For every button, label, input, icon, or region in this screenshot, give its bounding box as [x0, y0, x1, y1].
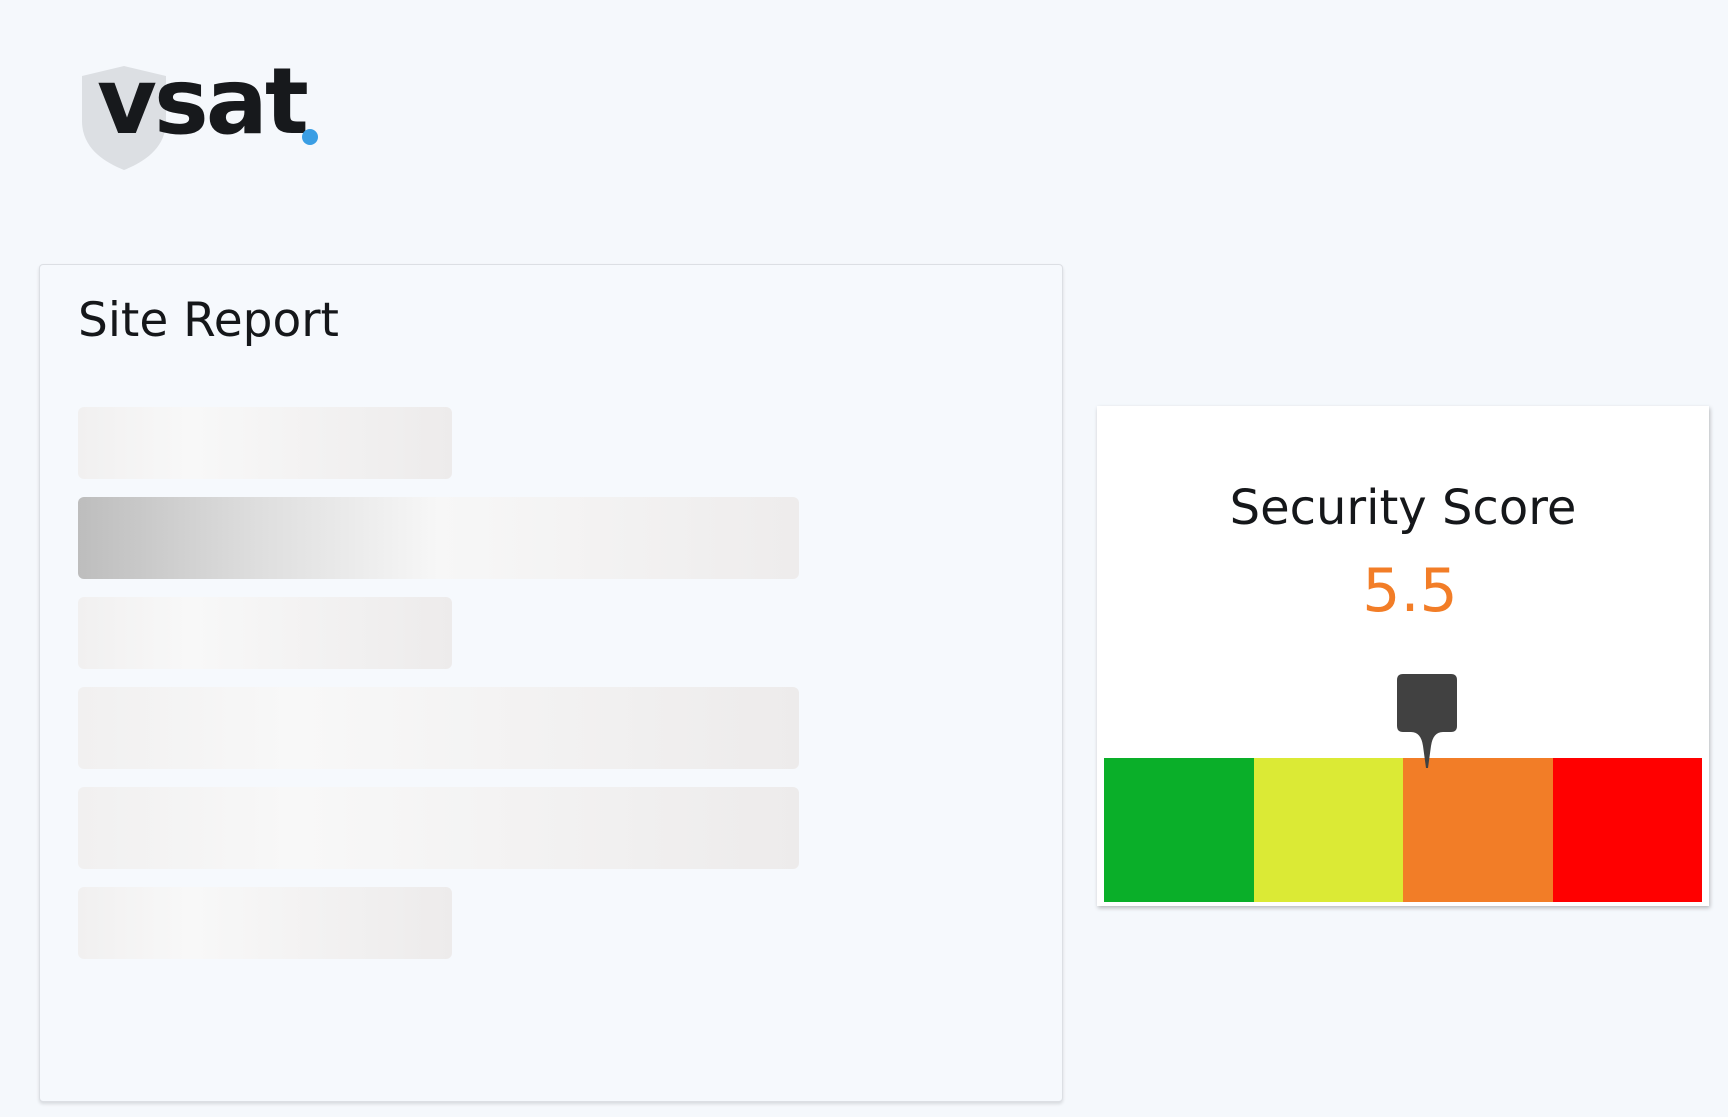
- loading-placeholder: [78, 497, 799, 579]
- loading-placeholder: [78, 787, 799, 869]
- loading-placeholder: [78, 407, 452, 479]
- loading-placeholder: [78, 887, 452, 959]
- loading-placeholder: [78, 687, 799, 769]
- security-score-value: 5.5: [1362, 556, 1458, 626]
- logo-wordmark: vsat: [97, 48, 309, 155]
- security-score-card: Security Score 5.5: [1097, 406, 1709, 906]
- score-scale: [1104, 758, 1702, 902]
- loading-placeholder: [78, 597, 452, 669]
- scale-segment-red: [1552, 758, 1702, 902]
- site-report-card: Site Report: [39, 264, 1063, 1102]
- vsat-logo: vsat: [80, 56, 340, 177]
- site-report-title: Site Report: [78, 293, 339, 348]
- logo-dot: [302, 129, 318, 145]
- scale-segment-green: [1104, 758, 1254, 902]
- scale-segment-yellow: [1253, 758, 1403, 902]
- security-score-title: Security Score: [1229, 480, 1577, 536]
- scale-segment-orange: [1403, 758, 1553, 902]
- score-marker-icon: [1396, 674, 1457, 768]
